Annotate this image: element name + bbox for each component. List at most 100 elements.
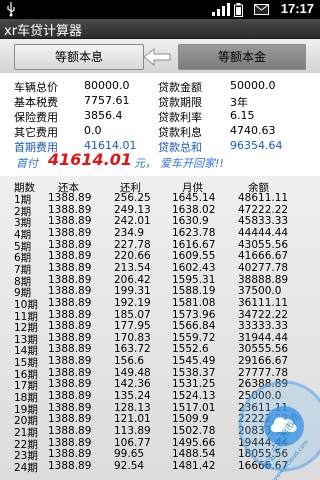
first-payment-value: 41614.01 [48,150,133,169]
cell-interest: 128.13 [114,401,151,414]
cell-monthly: 1517.01 [172,401,216,414]
tab-equal-principal[interactable]: 等额本金 [178,44,306,70]
cell-monthly: 1602.43 [172,261,216,274]
cell-interest: 163.72 [114,343,151,356]
cell-principal: 1388.89 [48,238,92,251]
table-row: 2期 1388.89 249.13 1638.02 47222.22 [0,203,320,218]
app-title-bar: xr车贷计算器 [0,19,320,39]
usb-icon [7,2,15,17]
cell-principal: 1388.89 [48,296,92,309]
app-title: xr车贷计算器 [4,24,83,39]
table-row: 5期 1388.89 227.78 1616.67 43055.56 [0,238,320,253]
cell-principal: 1388.89 [48,331,92,344]
cell-interest: 135.24 [114,390,151,403]
loan-interest-value: 4740.63 [230,124,276,137]
cell-principal: 1388.89 [48,203,92,216]
table-row: 11期 1388.89 185.07 1573.96 34722.22 [0,308,320,323]
cell-interest: 170.83 [114,331,151,344]
cell-interest: 142.36 [114,378,151,391]
first-payment-unit: 元， [134,157,156,170]
base-tax-label: 基本税费 [14,96,58,109]
cell-balance: 40277.78 [238,261,289,274]
cell-monthly: 1502.78 [172,425,216,437]
loan-rate-value: 6.15 [230,109,255,122]
swap-back-icon[interactable] [140,43,176,71]
cell-balance: 31944.44 [238,331,289,344]
other-fee-label: 其它费用 [14,126,58,139]
insurance-value: 3856.4 [84,109,123,122]
signal-icon [212,3,230,16]
first-payment-label: 首付 [16,157,38,170]
other-fee-value: 0.0 [84,124,102,137]
summary-row: 车辆总价 80000.0 贷款金额 50000.0 [0,79,320,94]
first-payment-banner: 首付 41614.01 元， 爱车开回家!! [0,150,320,172]
cell-principal: 1388.89 [48,355,92,368]
cell-monthly: 1488.54 [172,448,216,461]
cell-monthly: 1616.67 [172,238,216,251]
cell-monthly: 1581.08 [172,296,216,309]
table-row: 7期 1388.89 213.54 1602.43 40277.78 [0,261,320,276]
cell-monthly: 1609.55 [172,250,216,263]
cell-balance: 41666.67 [238,250,289,263]
table-row: 13期 1388.89 170.83 1559.72 31944.44 [0,331,320,346]
loan-term-value: 3年 [230,96,248,109]
loan-term-label: 贷款期限 [158,96,202,109]
cell-interest: 220.66 [114,250,151,263]
cell-interest: 242.01 [114,215,151,228]
cell-monthly: 1531.25 [172,378,216,391]
cell-interest: 92.54 [114,459,145,472]
cell-balance: 30555.56 [238,343,289,356]
loan-amount-value: 50000.0 [230,79,276,92]
cell-principal: 1388.89 [48,308,92,321]
table-row: 10期 1388.89 192.19 1581.08 36111.11 [0,296,320,311]
cell-interest: 99.65 [114,448,145,461]
hicloud-watermark-logo: 智汇云应用市场 www.hicloud.com [238,380,320,480]
cell-monthly: 1573.96 [172,308,216,321]
cell-principal: 1388.89 [48,413,92,426]
cell-interest: 213.54 [114,261,151,274]
cell-principal: 1388.89 [48,273,92,286]
summary-row: 保险费用 3856.4 贷款利率 6.15 [0,109,320,124]
cell-principal: 1388.89 [48,390,92,403]
cell-monthly: 1595.31 [172,273,216,286]
cell-principal: 1388.89 [48,192,92,204]
cell-interest: 121.01 [114,413,151,426]
cell-balance: 36111.11 [238,296,289,309]
cell-principal: 1388.89 [48,250,92,263]
cell-period: 24期 [14,461,38,474]
cell-monthly: 1509.9 [172,413,209,426]
table-row: 4期 1388.89 234.9 1623.78 44444.44 [0,226,320,241]
cell-principal: 1388.89 [48,285,92,298]
cell-interest: 113.89 [114,425,151,437]
cell-balance: 48611.11 [238,192,289,204]
cell-balance: 44444.44 [238,226,289,239]
cell-balance: 38888.89 [238,273,289,286]
cell-balance: 45833.33 [238,215,289,228]
cell-balance: 37500.0 [238,285,282,298]
cell-balance: 33333.33 [238,320,289,333]
table-row: 12期 1388.89 177.95 1566.84 33333.33 [0,320,320,334]
table-row: 1期 1388.89 256.25 1645.14 48611.11 [0,192,320,206]
cell-principal: 1388.89 [48,378,92,391]
loan-interest-label: 贷款利息 [158,126,202,139]
cell-monthly: 1495.66 [172,436,216,449]
cell-principal: 1388.89 [48,261,92,274]
cell-interest: 177.95 [114,320,151,333]
cell-monthly: 1630.9 [172,215,209,228]
cell-interest: 199.31 [114,285,151,298]
car-price-value: 80000.0 [84,79,130,92]
cell-principal: 1388.89 [48,448,92,461]
cell-interest: 185.07 [114,308,151,321]
cell-interest: 227.78 [114,238,151,251]
cell-principal: 1388.89 [48,459,92,472]
tab-equal-installment[interactable]: 等额本息 [14,44,144,70]
cell-monthly: 1538.37 [172,366,216,379]
cell-principal: 1388.89 [48,401,92,414]
cell-monthly: 1645.14 [172,192,216,204]
cell-monthly: 1524.13 [172,390,216,403]
cell-interest: 206.42 [114,273,151,286]
cell-balance: 47222.22 [238,203,289,216]
clock: 17:17 [280,1,314,16]
table-row: 6期 1388.89 220.66 1609.55 41666.67 [0,250,320,264]
status-bar: 17:17 [0,0,320,19]
